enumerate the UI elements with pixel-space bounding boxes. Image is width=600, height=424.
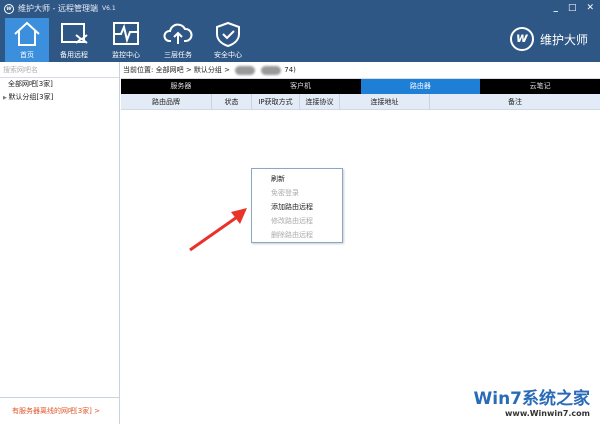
app-logo-icon: w [4, 3, 14, 14]
tab-servers[interactable]: 服务器 [121, 79, 241, 94]
menu-item-edit-router-remote: 修改路由远程 [271, 217, 313, 225]
column-header[interactable]: IP获取方式 [252, 94, 300, 109]
breadcrumb-item[interactable]: 默认分组 [194, 66, 222, 74]
menu-item-password-free-login: 免密登录 [271, 189, 299, 197]
column-header[interactable]: 路由品牌 [121, 94, 212, 109]
brand-logo: w 维护大师 [509, 27, 588, 51]
title-bar: w 维护大师 - 远程管理端 V6.1 [4, 3, 116, 14]
tree-item-all[interactable]: 全部网吧[3家] [0, 78, 119, 91]
menu-item-delete-router-remote: 删除路由远程 [271, 231, 313, 239]
red-arrow-annotation [189, 208, 247, 252]
close-button[interactable]: ✕ [586, 3, 594, 13]
tab-routers[interactable]: 路由器 [360, 79, 481, 94]
home-icon [14, 21, 40, 46]
header: w 维护大师 - 远程管理端 V6.1 _ □ ✕ 首页 备用远程 监控中心 三… [0, 0, 600, 62]
column-header[interactable]: 连接协议 [300, 94, 340, 109]
app-version: V6.1 [101, 5, 116, 12]
toolbar-monitor-center[interactable]: 监控中心 [104, 18, 148, 62]
table-header: 路由品牌 状态 IP获取方式 连接协议 连接地址 备注 [121, 94, 600, 110]
column-header[interactable]: 状态 [212, 94, 252, 109]
toolbar-three-layer-task[interactable]: 三层任务 [156, 18, 200, 62]
menu-item-add-router-remote[interactable]: 添加路由远程 [252, 200, 342, 214]
tab-clients[interactable]: 客户机 [241, 79, 361, 94]
remote-screen-icon [61, 23, 88, 44]
app-title: 维护大师 - 远程管理端 [18, 4, 98, 13]
breadcrumb-item[interactable]: 全部网吧 [156, 66, 184, 74]
offline-servers-link[interactable]: 有服务器离线的网吧[3家] > [0, 397, 120, 424]
blurred-text [235, 65, 256, 75]
menu-item-refresh[interactable]: 刷新 [252, 172, 342, 186]
toolbar-security-center[interactable]: 安全中心 [206, 18, 250, 62]
shield-check-icon [216, 21, 240, 48]
blurred-text [261, 65, 282, 75]
tree-item-default-group[interactable]: ▶ 默认分组[3家] [0, 91, 119, 104]
tab-cloud-notes[interactable]: 云笔记 [480, 79, 600, 94]
maximize-button[interactable]: □ [568, 3, 577, 13]
column-header[interactable]: 连接地址 [340, 94, 430, 109]
breadcrumb: 当前位置: 全部网吧 > 默认分组 > 74) [121, 62, 600, 79]
minimize-button[interactable]: _ [553, 3, 558, 13]
toolbar-backup-remote[interactable]: 备用远程 [52, 18, 96, 62]
tab-bar: 服务器 客户机 路由器 云笔记 [121, 79, 600, 94]
context-menu: 刷新 免密登录 添加路由远程 修改路由远程 删除路由远程 [251, 168, 343, 243]
sidebar: 搜索网吧名 全部网吧[3家] ▶ 默认分组[3家] 有服务器离线的网吧[3家] … [0, 62, 120, 424]
search-input[interactable]: 搜索网吧名 [0, 62, 119, 78]
cloud-upload-icon [163, 23, 193, 44]
watermark: Win7系统之家 www.Winwin7.com [473, 389, 590, 418]
brand-logo-icon: w [509, 27, 534, 51]
toolbar-home[interactable]: 首页 [5, 18, 49, 62]
column-header[interactable]: 备注 [430, 94, 600, 109]
monitor-icon [113, 22, 139, 45]
